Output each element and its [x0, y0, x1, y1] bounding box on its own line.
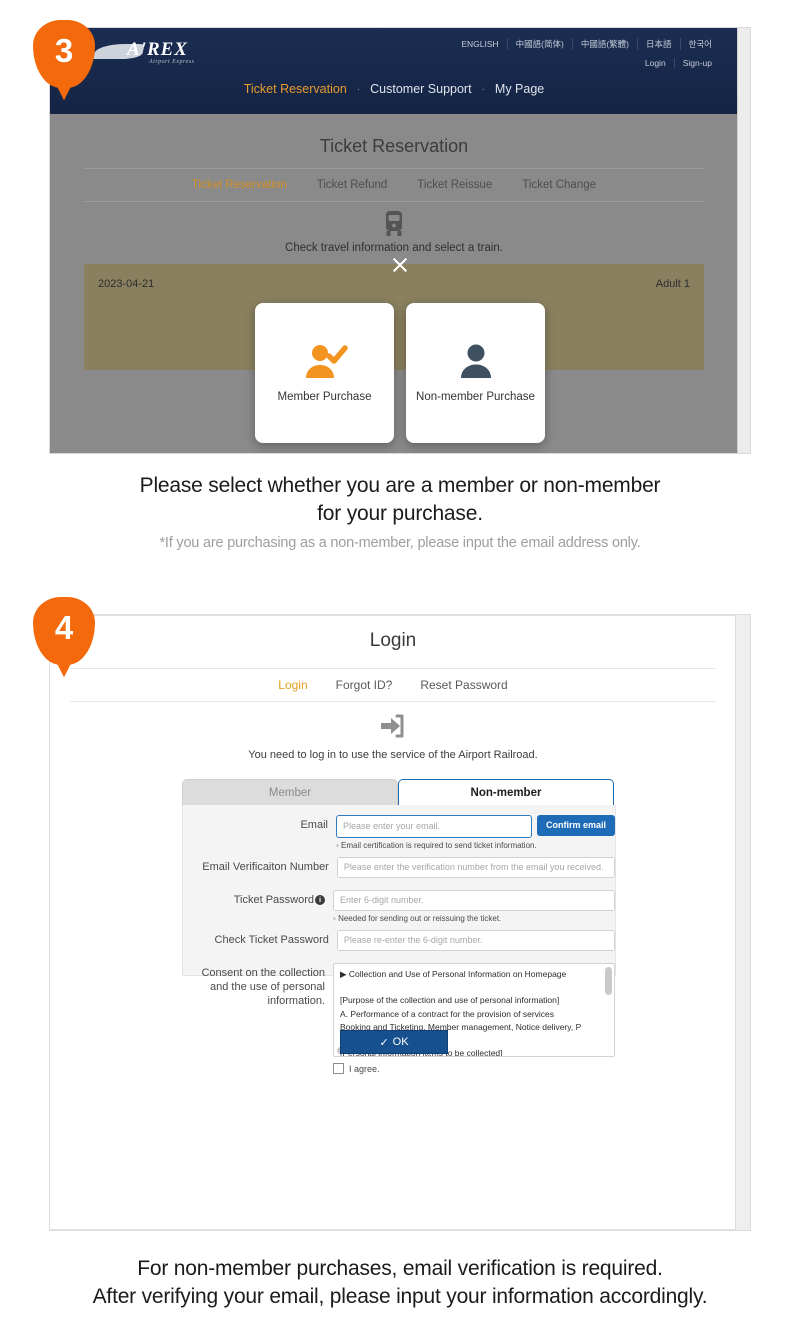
- search-passengers[interactable]: Adult 1: [656, 278, 690, 290]
- subtab-ticket-reissue[interactable]: Ticket Reissue: [417, 179, 492, 191]
- screenshot-login-page: Login Login Forgot ID? Reset Password Yo…: [50, 615, 750, 1230]
- tab-member[interactable]: Member: [182, 779, 398, 805]
- caption3-note: *If you are purchasing as a non-member, …: [159, 534, 641, 551]
- check-ticket-password-input[interactable]: Please re-enter the 6-digit number.: [336, 930, 615, 951]
- caption3-line1: Please select whether you are a member o…: [139, 474, 661, 497]
- login-arrow-icon: [380, 714, 406, 738]
- login-description: You need to log in to use the service of…: [248, 749, 538, 761]
- arex-logo-subtitle: Airport Express: [149, 59, 195, 65]
- header-login-link[interactable]: Login: [637, 58, 674, 68]
- email-label: Email: [300, 819, 328, 831]
- lang-chinese-simplified[interactable]: 中國語(简体): [506, 38, 572, 50]
- caption4-line2: After verifying your email, please input…: [92, 1285, 708, 1309]
- reservation-subtabs[interactable]: Ticket Reservation Ticket Refund Ticket …: [84, 168, 704, 202]
- info-icon[interactable]: i: [315, 895, 325, 905]
- tab-reset-password[interactable]: Reset Password: [420, 678, 507, 692]
- tab-non-member[interactable]: Non-member: [398, 779, 614, 805]
- reservation-lead-text: Check travel information and select a tr…: [285, 242, 503, 254]
- search-date[interactable]: 2023-04-21: [98, 278, 154, 290]
- nav-separator-2: ·: [481, 83, 485, 95]
- tab-login[interactable]: Login: [278, 678, 307, 692]
- consent-line-2: [Purpose of the collection and use of pe…: [340, 995, 560, 1006]
- tab-forgot-id[interactable]: Forgot ID?: [336, 678, 393, 692]
- member-purchase-card[interactable]: Member Purchase: [255, 303, 394, 443]
- agree-label: I agree.: [349, 1063, 380, 1074]
- login-page-inner: Login Login Forgot ID? Reset Password Yo…: [50, 615, 736, 1230]
- train-icon: [382, 210, 406, 238]
- ticket-password-label-text: Ticket Password: [233, 894, 314, 906]
- site-header: A'REX Airport Express ENGLISH 中國語(简体) 中國…: [50, 28, 738, 114]
- nonmember-form: Email Please enter your email. Confirm e…: [182, 805, 616, 1074]
- caption4-line1: For non-member purchases, email verifica…: [137, 1257, 663, 1280]
- nav-separator-1: ·: [356, 83, 361, 95]
- email-note: Email certification is required to send …: [336, 841, 615, 850]
- modal-close-icon[interactable]: [391, 256, 409, 274]
- purchase-type-modal: Member Purchase Non-member Purchase: [255, 303, 545, 443]
- agree-row[interactable]: I agree.: [333, 1063, 615, 1074]
- login-tabs[interactable]: Login Forgot ID? Reset Password: [70, 668, 716, 702]
- login-page-scrollbar-track[interactable]: [735, 615, 750, 1230]
- ticket-password-input[interactable]: Enter 6-digit number.: [333, 890, 615, 911]
- nonmember-purchase-card[interactable]: Non-member Purchase: [406, 303, 545, 443]
- language-selector[interactable]: ENGLISH 中國語(简体) 中國語(繁體) 日本語 한국어: [453, 38, 720, 50]
- nonmember-purchase-label: Non-member Purchase: [416, 391, 535, 404]
- caption3-line2: for your purchase.: [317, 502, 483, 526]
- lang-english[interactable]: ENGLISH: [453, 39, 506, 49]
- consent-line-0: ▶ Collection and Use of Personal Informa…: [340, 969, 567, 979]
- lang-korean[interactable]: 한국어: [679, 38, 720, 50]
- email-row: Email Please enter your email. Confirm e…: [183, 815, 615, 850]
- email-input[interactable]: Please enter your email.: [335, 815, 532, 838]
- consent-row: Consent on the collection and the use of…: [183, 963, 615, 1074]
- account-links[interactable]: Login Sign-up: [637, 58, 720, 68]
- consent-vertical-scrollbar[interactable]: [605, 967, 612, 995]
- screenshot-ticket-reservation: A'REX Airport Express ENGLISH 中國語(简体) 中國…: [50, 28, 750, 453]
- agree-checkbox[interactable]: [333, 1063, 344, 1074]
- ticket-password-row: Ticket Passwordi Enter 6-digit number. N…: [183, 890, 615, 923]
- consent-line-3: A. Performance of a contract for the pro…: [340, 1008, 555, 1019]
- page-title: Ticket Reservation: [319, 136, 469, 156]
- member-type-tabs[interactable]: Member Non-member: [182, 779, 614, 805]
- nonmember-user-icon: [453, 340, 499, 382]
- header-signup-link[interactable]: Sign-up: [673, 58, 720, 68]
- lang-chinese-traditional[interactable]: 中國語(繁體): [571, 38, 637, 50]
- ticket-password-note: Needed for sending out or reissuing the …: [333, 914, 615, 923]
- consent-line-1: [340, 981, 608, 994]
- check-icon: ✓: [379, 1036, 389, 1049]
- confirm-email-button[interactable]: Confirm email: [536, 815, 615, 836]
- login-page-title: Login: [369, 630, 417, 651]
- ok-button[interactable]: ✓ OK: [340, 1030, 448, 1054]
- check-ticket-password-label: Check Ticket Password: [214, 934, 329, 946]
- caption-step-4: For non-member purchases, email verifica…: [0, 1255, 800, 1312]
- verification-input[interactable]: Please enter the verification number fro…: [336, 857, 615, 878]
- nav-customer-support[interactable]: Customer Support: [370, 82, 471, 96]
- ticket-password-label: Ticket Password i: [183, 890, 333, 908]
- subtab-ticket-refund[interactable]: Ticket Refund: [317, 179, 388, 191]
- nav-my-page[interactable]: My Page: [495, 82, 544, 96]
- caption-step-3: Please select whether you are a member o…: [0, 472, 800, 551]
- ok-button-label: OK: [392, 1036, 409, 1048]
- subtab-ticket-change[interactable]: Ticket Change: [522, 179, 596, 191]
- check-ticket-password-row: Check Ticket Password Please re-enter th…: [183, 930, 615, 951]
- arex-logo-wordmark: A'REX: [127, 39, 188, 60]
- lang-japanese[interactable]: 日本語: [637, 38, 680, 50]
- subtab-ticket-reservation[interactable]: Ticket Reservation: [192, 179, 287, 191]
- nav-ticket-reservation[interactable]: Ticket Reservation: [244, 82, 347, 96]
- member-purchase-label: Member Purchase: [277, 391, 372, 404]
- page-scrollbar-track[interactable]: [737, 28, 750, 453]
- arex-logo[interactable]: A'REX Airport Express: [93, 37, 225, 71]
- global-nav[interactable]: Ticket Reservation · Customer Support · …: [50, 82, 738, 96]
- verification-label: Email Verificaiton Number: [202, 861, 329, 873]
- member-user-check-icon: [302, 340, 348, 382]
- consent-label: Consent on the collection and the use of…: [201, 967, 325, 1007]
- verification-row: Email Verificaiton Number Please enter t…: [183, 857, 615, 878]
